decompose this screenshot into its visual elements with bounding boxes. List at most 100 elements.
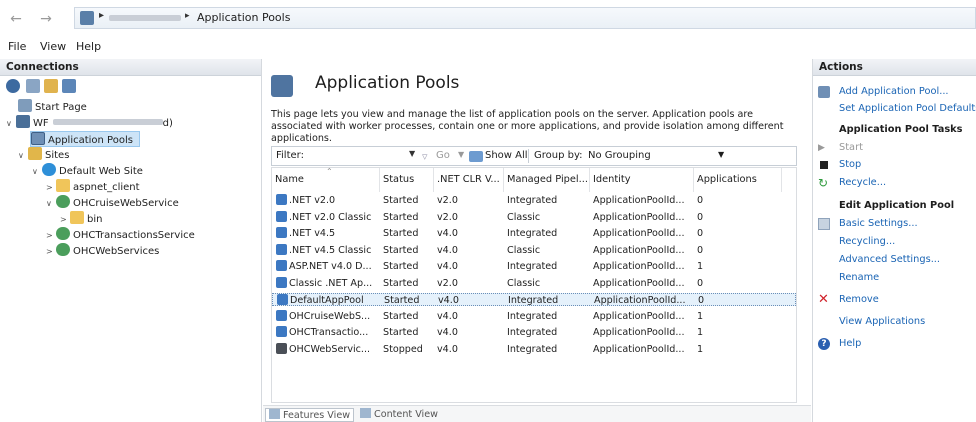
settings-icon bbox=[818, 218, 830, 230]
actions-pane: Actions Add Application Pool... Set Appl… bbox=[812, 59, 976, 422]
rename-action[interactable]: Rename bbox=[813, 271, 976, 285]
tree-item-ohcruisewebservice[interactable]: ∨ OHCruiseWebService bbox=[46, 195, 179, 211]
advanced-settings-action[interactable]: Advanced Settings... bbox=[813, 253, 976, 267]
cell-name: OHCWebServic... bbox=[276, 342, 371, 356]
group-by-dropdown-icon[interactable]: ▼ bbox=[718, 150, 724, 159]
column-header-managed-pipeline[interactable]: Managed Pipel... bbox=[504, 168, 590, 192]
collapse-icon[interactable]: ∨ bbox=[18, 148, 28, 164]
column-header-clr-version[interactable]: .NET CLR V... bbox=[434, 168, 504, 192]
recycle-icon: ↻ bbox=[818, 176, 829, 190]
table-row[interactable]: .NET v4.5 Classic Started v4.0 Classic Appli… bbox=[272, 243, 796, 257]
column-header-applications[interactable]: Applications bbox=[694, 168, 782, 192]
tree-item-default-web-site[interactable]: ∨ Default Web Site bbox=[32, 163, 143, 179]
cell-pipeline: Integrated bbox=[507, 261, 558, 272]
go-dropdown-icon[interactable]: ▼ bbox=[458, 150, 464, 159]
cell-applications: 1 bbox=[697, 261, 704, 272]
page-description: This page lets you view and manage the l… bbox=[271, 109, 784, 144]
set-pool-defaults-action[interactable]: Set Application Pool Defaults... bbox=[813, 102, 976, 116]
tree-item-aspnet-client[interactable]: > aspnet_client bbox=[46, 179, 140, 195]
help-icon: ? bbox=[818, 338, 830, 350]
disconnect-icon[interactable] bbox=[62, 79, 76, 93]
filter-label: Filter: bbox=[276, 150, 304, 161]
menu-help[interactable]: Help bbox=[76, 40, 101, 53]
go-button[interactable]: Go bbox=[436, 150, 450, 161]
basic-settings-action[interactable]: Basic Settings... bbox=[813, 217, 976, 231]
connections-pane: Connections Start Page ∨ WF d) Application… bbox=[0, 59, 262, 422]
stop-action[interactable]: Stop bbox=[813, 158, 976, 172]
tab-content-view[interactable]: Content View bbox=[357, 408, 441, 422]
tree-item-bin[interactable]: > bin bbox=[60, 211, 102, 227]
address-field[interactable]: ▸ ▸ Application Pools bbox=[74, 7, 976, 29]
breadcrumb-application-pools[interactable]: Application Pools bbox=[197, 11, 290, 24]
play-icon: ▶ bbox=[818, 143, 825, 153]
tree-item-ohcwebservices[interactable]: > OHCWebServices bbox=[46, 243, 159, 259]
tab-features-view[interactable]: Features View bbox=[265, 408, 355, 422]
show-all-icon bbox=[469, 151, 483, 162]
recycle-action[interactable]: ↻ Recycle... bbox=[813, 176, 976, 190]
tree-item-start-page[interactable]: Start Page bbox=[18, 99, 87, 115]
cell-clr-version: v4.0 bbox=[437, 244, 458, 256]
save-icon[interactable] bbox=[26, 79, 40, 93]
tree-item-application-pools[interactable]: Application Pools bbox=[30, 131, 140, 147]
expand-icon[interactable]: > bbox=[60, 212, 70, 228]
forward-arrow-icon[interactable]: → bbox=[36, 9, 56, 29]
view-applications-action[interactable]: View Applications bbox=[813, 315, 976, 329]
tree-item-server[interactable]: ∨ WF d) bbox=[6, 115, 173, 131]
table-row[interactable]: .NET v2.0 Classic Started v2.0 Classic Appli… bbox=[272, 210, 796, 224]
collapse-icon[interactable]: ∨ bbox=[6, 116, 16, 132]
up-folder-icon[interactable] bbox=[44, 79, 58, 93]
pool-name-text: OHCWebServic... bbox=[289, 343, 371, 355]
group-by-label: Group by: bbox=[534, 150, 583, 161]
table-row[interactable]: OHCWebServic... Stopped v4.0 Integrated Appl… bbox=[272, 342, 796, 356]
cell-clr-version: v4.0 bbox=[437, 261, 458, 272]
connect-icon[interactable] bbox=[6, 79, 20, 93]
cell-status: Started bbox=[383, 310, 419, 322]
table-row[interactable]: ASP.NET v4.0 D... Started v4.0 Integrated Ap… bbox=[272, 260, 796, 273]
column-header-identity[interactable]: Identity bbox=[590, 168, 694, 192]
show-all-button[interactable]: Show All bbox=[485, 150, 528, 161]
table-row[interactable]: OHCTransactio... Started v4.0 Integrated App… bbox=[272, 326, 796, 339]
remove-x-icon: ✕ bbox=[818, 293, 829, 307]
pool-name-text: DefaultAppPool bbox=[290, 295, 364, 306]
menu-file[interactable]: File bbox=[8, 40, 26, 53]
cell-status: Started bbox=[383, 228, 419, 239]
tree-item-sites[interactable]: ∨ Sites bbox=[18, 147, 69, 163]
table-row[interactable]: DefaultAppPool Started v4.0 Integrated Appli… bbox=[272, 293, 796, 306]
filter-bar: Filter: ▼ ▿ Go ▼ Show All Group by: No G… bbox=[271, 146, 797, 166]
web-application-icon bbox=[56, 243, 70, 256]
cell-applications: 1 bbox=[697, 327, 704, 338]
table-row[interactable]: .NET v4.5 Started v4.0 Integrated Applicatio… bbox=[272, 227, 796, 240]
table-row[interactable]: .NET v2.0 Started v2.0 Integrated Applicatio… bbox=[272, 194, 796, 207]
remove-action[interactable]: ✕ Remove bbox=[813, 293, 976, 307]
cell-applications: 1 bbox=[697, 310, 704, 322]
pool-name-text: .NET v2.0 Classic bbox=[289, 211, 372, 223]
filter-dropdown-icon[interactable]: ▼ bbox=[409, 149, 415, 158]
recycling-action[interactable]: Recycling... bbox=[813, 235, 976, 249]
start-action[interactable]: ▶ Start bbox=[813, 141, 976, 155]
address-bar: ← → ▸ ▸ Application Pools bbox=[0, 0, 976, 36]
cell-identity: ApplicationPoolId... bbox=[593, 195, 685, 206]
column-header-name[interactable]: Name ⌃ bbox=[272, 167, 380, 192]
menu-bar: File View Help bbox=[0, 36, 976, 58]
cell-applications: 0 bbox=[697, 211, 704, 223]
menu-view[interactable]: View bbox=[40, 40, 66, 53]
help-action[interactable]: ? Help bbox=[813, 337, 976, 351]
column-header-status[interactable]: Status bbox=[380, 168, 434, 192]
tree-item-ohctransactionsservice[interactable]: > OHCTransactionsService bbox=[46, 227, 195, 243]
cell-status: Started bbox=[383, 211, 419, 223]
expand-icon[interactable]: > bbox=[46, 244, 56, 260]
table-row[interactable]: Classic .NET Ap... Started v2.0 Classic Appl… bbox=[272, 276, 796, 290]
group-by-select[interactable]: No Grouping bbox=[588, 150, 651, 161]
collapse-icon[interactable]: ∨ bbox=[46, 196, 56, 212]
features-view-icon bbox=[269, 409, 280, 419]
add-application-pool-action[interactable]: Add Application Pool... bbox=[813, 85, 976, 99]
expand-icon[interactable]: > bbox=[46, 180, 56, 196]
collapse-icon[interactable]: ∨ bbox=[32, 164, 42, 180]
folder-icon bbox=[56, 179, 70, 192]
expand-icon[interactable]: > bbox=[46, 228, 56, 244]
table-row[interactable]: OHCruiseWebS... Started v4.0 Integrated Appl… bbox=[272, 309, 796, 323]
back-arrow-icon[interactable]: ← bbox=[6, 9, 26, 29]
cell-name: .NET v2.0 bbox=[276, 194, 335, 207]
cell-status: Started bbox=[383, 327, 419, 338]
cell-name: .NET v4.5 bbox=[276, 227, 335, 240]
